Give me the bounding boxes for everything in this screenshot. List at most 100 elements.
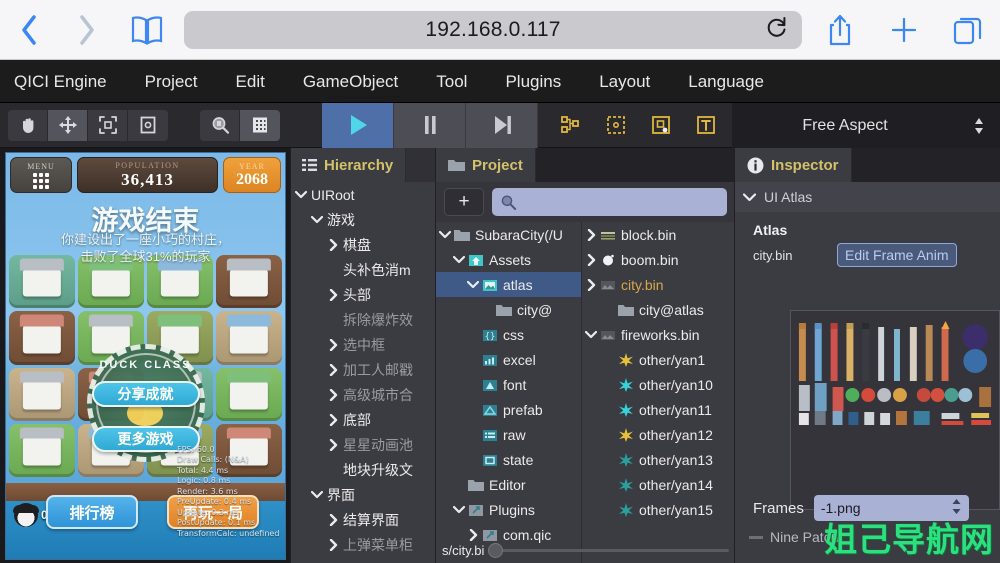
- reload-button[interactable]: [766, 15, 788, 44]
- scale-tool-button[interactable]: [88, 109, 128, 141]
- project-tree-node[interactable]: state: [436, 447, 581, 472]
- hand-tool-button[interactable]: [8, 109, 48, 141]
- chevron-right-icon[interactable]: [466, 528, 480, 541]
- project-folder-tree[interactable]: SubaraCity(/U Assets atlas city@ {} css excel f…: [436, 222, 582, 563]
- project-asset-item[interactable]: other/yan15: [582, 497, 735, 522]
- chevron-down-icon[interactable]: [452, 255, 466, 264]
- menu-tool[interactable]: Tool: [417, 60, 486, 103]
- project-asset-list[interactable]: block.bin boom.bin city.bin city@atlas firew…: [582, 222, 735, 563]
- share-button[interactable]: [808, 0, 872, 60]
- project-tree-node[interactable]: city@: [436, 297, 581, 322]
- hierarchy-node[interactable]: 界面: [290, 482, 436, 507]
- hierarchy-node[interactable]: 选中框: [290, 332, 436, 357]
- share-achievement-button[interactable]: 分享成就: [91, 381, 200, 407]
- hierarchy-node[interactable]: UIRoot: [290, 182, 436, 207]
- hierarchy-node[interactable]: 星星动画池: [290, 432, 436, 457]
- step-button[interactable]: [466, 102, 538, 148]
- hierarchy-node[interactable]: 头部: [290, 282, 436, 307]
- project-search-input[interactable]: [492, 188, 727, 216]
- grid-tool-button[interactable]: [240, 109, 280, 141]
- hierarchy-node[interactable]: 高级城市合: [290, 382, 436, 407]
- project-tree-node[interactable]: Assets: [436, 247, 581, 272]
- project-zoom-slider[interactable]: s/city.bi: [436, 541, 735, 559]
- chevron-right-icon[interactable]: [326, 238, 340, 251]
- hierarchy-node[interactable]: 地块升级文: [290, 457, 436, 482]
- hierarchy-node[interactable]: 拆除爆炸效: [290, 307, 436, 332]
- zoom-tool-button[interactable]: [200, 109, 240, 141]
- atlas-preview[interactable]: [790, 310, 1000, 510]
- hierarchy-tree[interactable]: UIRoot 游戏 棋盘 头补色消m 头部 拆除爆炸效 选中框 加工人邮戳 高级城市合 底部 星星动…: [290, 182, 436, 563]
- menu-language[interactable]: Language: [669, 60, 783, 103]
- chevron-right-icon[interactable]: [326, 288, 340, 301]
- forward-button[interactable]: [58, 0, 116, 60]
- slider-track[interactable]: [488, 542, 729, 558]
- project-asset-item[interactable]: boom.bin: [582, 247, 735, 272]
- hierarchy-node[interactable]: 底部: [290, 407, 436, 432]
- project-tree-node[interactable]: font: [436, 372, 581, 397]
- chevron-right-icon[interactable]: [584, 253, 598, 266]
- hierarchy-node[interactable]: 头补色消m: [290, 257, 436, 282]
- chevron-right-icon[interactable]: [326, 413, 340, 426]
- menu-layout[interactable]: Layout: [580, 60, 669, 103]
- chevron-down-icon[interactable]: [584, 330, 598, 339]
- hierarchy-node[interactable]: 游戏: [290, 207, 436, 232]
- chevron-right-icon[interactable]: [326, 538, 340, 551]
- chevron-down-icon[interactable]: [310, 490, 324, 499]
- chevron-right-icon[interactable]: [584, 278, 598, 291]
- project-asset-item[interactable]: fireworks.bin: [582, 322, 735, 347]
- project-asset-item[interactable]: other/yan12: [582, 422, 735, 447]
- chevron-down-icon[interactable]: [438, 230, 452, 239]
- add-asset-button[interactable]: +: [444, 188, 484, 216]
- ui-atlas-section-header[interactable]: UI Atlas: [735, 182, 1000, 212]
- aspect-selector[interactable]: Free Aspect: [732, 103, 1000, 148]
- pause-button[interactable]: [394, 102, 466, 148]
- project-asset-item[interactable]: other/yan1: [582, 347, 735, 372]
- bounds-gizmo-button[interactable]: [593, 103, 638, 148]
- text-gizmo-button[interactable]: [683, 103, 728, 148]
- project-tree-node[interactable]: excel: [436, 347, 581, 372]
- splitter-gameview-hierarchy[interactable]: [290, 148, 291, 563]
- play-button[interactable]: [322, 102, 394, 148]
- chevron-right-icon[interactable]: [326, 438, 340, 451]
- tab-inspector[interactable]: Inspector: [735, 148, 852, 182]
- project-asset-item[interactable]: other/yan14: [582, 472, 735, 497]
- menu-edit[interactable]: Edit: [217, 60, 284, 103]
- nodes-gizmo-button[interactable]: [548, 103, 593, 148]
- new-tab-button[interactable]: [872, 0, 936, 60]
- chevron-right-icon[interactable]: [326, 513, 340, 526]
- hierarchy-node[interactable]: 结算界面: [290, 507, 436, 532]
- game-canvas[interactable]: MENU POPULATION 36,413 YEAR 2068 游戏结束 你建…: [5, 152, 286, 560]
- project-tree-node[interactable]: Editor: [436, 472, 581, 497]
- chevron-down-icon[interactable]: [452, 505, 466, 514]
- hud-menu-button[interactable]: MENU: [10, 157, 72, 193]
- game-view[interactable]: MENU POPULATION 36,413 YEAR 2068 游戏结束 你建…: [0, 148, 290, 563]
- menu-qici-engine[interactable]: QICI Engine: [0, 60, 126, 103]
- chevron-right-icon[interactable]: [326, 338, 340, 351]
- chevron-down-icon[interactable]: [294, 190, 308, 199]
- address-bar[interactable]: 192.168.0.117: [184, 10, 802, 49]
- hierarchy-node[interactable]: 加工人邮戳: [290, 357, 436, 382]
- project-tree-node[interactable]: raw: [436, 422, 581, 447]
- chevron-down-icon[interactable]: [466, 280, 480, 289]
- project-tree-node[interactable]: Plugins: [436, 497, 581, 522]
- tab-hierarchy[interactable]: Hierarchy: [290, 148, 407, 182]
- splitter-project-inspector[interactable]: [734, 148, 735, 563]
- project-asset-item[interactable]: other/yan11: [582, 397, 735, 422]
- project-asset-item[interactable]: city.bin: [582, 272, 735, 297]
- menu-plugins[interactable]: Plugins: [486, 60, 580, 103]
- tabs-button[interactable]: [936, 0, 1000, 60]
- project-asset-item[interactable]: other/yan10: [582, 372, 735, 397]
- edit-frame-anim-button[interactable]: Edit Frame Anim: [837, 243, 957, 267]
- tab-project[interactable]: Project: [436, 148, 536, 182]
- hierarchy-node[interactable]: 棋盘: [290, 232, 436, 257]
- chevron-right-icon[interactable]: [326, 388, 340, 401]
- bookmarks-button[interactable]: [116, 0, 178, 60]
- project-tree-node[interactable]: prefab: [436, 397, 581, 422]
- back-button[interactable]: [0, 0, 58, 60]
- splitter-hierarchy-project[interactable]: [435, 148, 436, 563]
- slider-knob[interactable]: [488, 542, 504, 558]
- chevron-right-icon[interactable]: [584, 228, 598, 241]
- project-tree-node[interactable]: SubaraCity(/U: [436, 222, 581, 247]
- project-asset-item[interactable]: block.bin: [582, 222, 735, 247]
- move-tool-button[interactable]: [48, 109, 88, 141]
